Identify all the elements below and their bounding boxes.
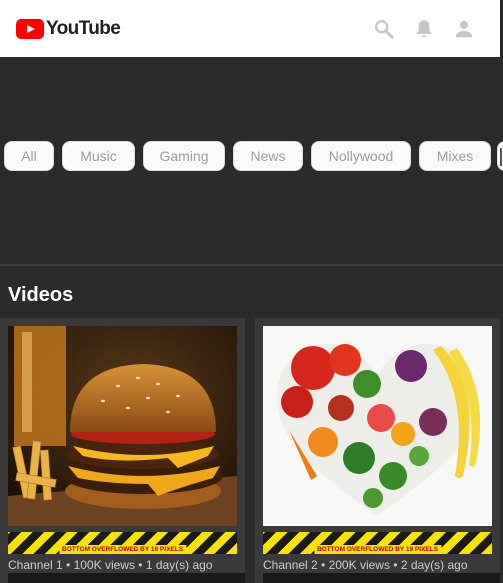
category-chip-bar: All Music Gaming News Nollywood Mixes (0, 57, 503, 266)
video-meta: Channel 2 • 200K views • 2 day(s) ago (263, 558, 468, 572)
overflow-warning-text: BOTTOM OVERFLOWED BY 19 PIXELS (313, 545, 442, 554)
overflow-warning-stripe: BOTTOM OVERFLOWED BY 19 PIXELS (263, 532, 492, 554)
chip-label: Gaming (159, 148, 209, 164)
chip-gaming[interactable]: Gaming (143, 141, 225, 171)
notifications-icon[interactable] (413, 18, 435, 40)
chip-mixes[interactable]: Mixes (419, 141, 491, 171)
next-video-thumbnail-partial[interactable] (8, 573, 245, 583)
video-meta: Channel 1 • 100K views • 1 day(s) ago (8, 558, 213, 572)
video-thumbnail[interactable] (8, 326, 237, 526)
app-bar: YouTube (0, 0, 500, 57)
chip-label: Mixes (436, 148, 474, 164)
next-video-thumbnail-partial[interactable] (263, 573, 500, 583)
chip-label: Nollywood (328, 148, 394, 164)
chip-music[interactable]: Music (62, 141, 135, 171)
youtube-logo[interactable]: YouTube (16, 18, 121, 40)
play-logo-icon (16, 19, 44, 39)
logo-text: YouTube (46, 18, 121, 39)
chip-label: All (21, 148, 37, 164)
overflow-warning-text: BOTTOM OVERFLOWED BY 19 PIXELS (58, 545, 187, 554)
chip-label: Music (80, 148, 117, 164)
section-title: Videos (8, 284, 74, 306)
chip-next-partial[interactable] (497, 141, 503, 171)
overflow-warning-stripe: BOTTOM OVERFLOWED BY 19 PIXELS (8, 532, 237, 554)
chip-news[interactable]: News (233, 141, 303, 171)
search-icon[interactable] (373, 18, 395, 40)
chip-label: News (250, 148, 286, 164)
video-card[interactable]: BOTTOM OVERFLOWED BY 19 PIXELS Channel 2… (255, 318, 500, 583)
chip-nollywood[interactable]: Nollywood (311, 141, 411, 171)
account-icon[interactable] (453, 18, 475, 40)
video-thumbnail[interactable] (263, 326, 492, 526)
chip-all[interactable]: All (4, 141, 54, 171)
video-card[interactable]: BOTTOM OVERFLOWED BY 19 PIXELS Channel 1… (0, 318, 245, 583)
